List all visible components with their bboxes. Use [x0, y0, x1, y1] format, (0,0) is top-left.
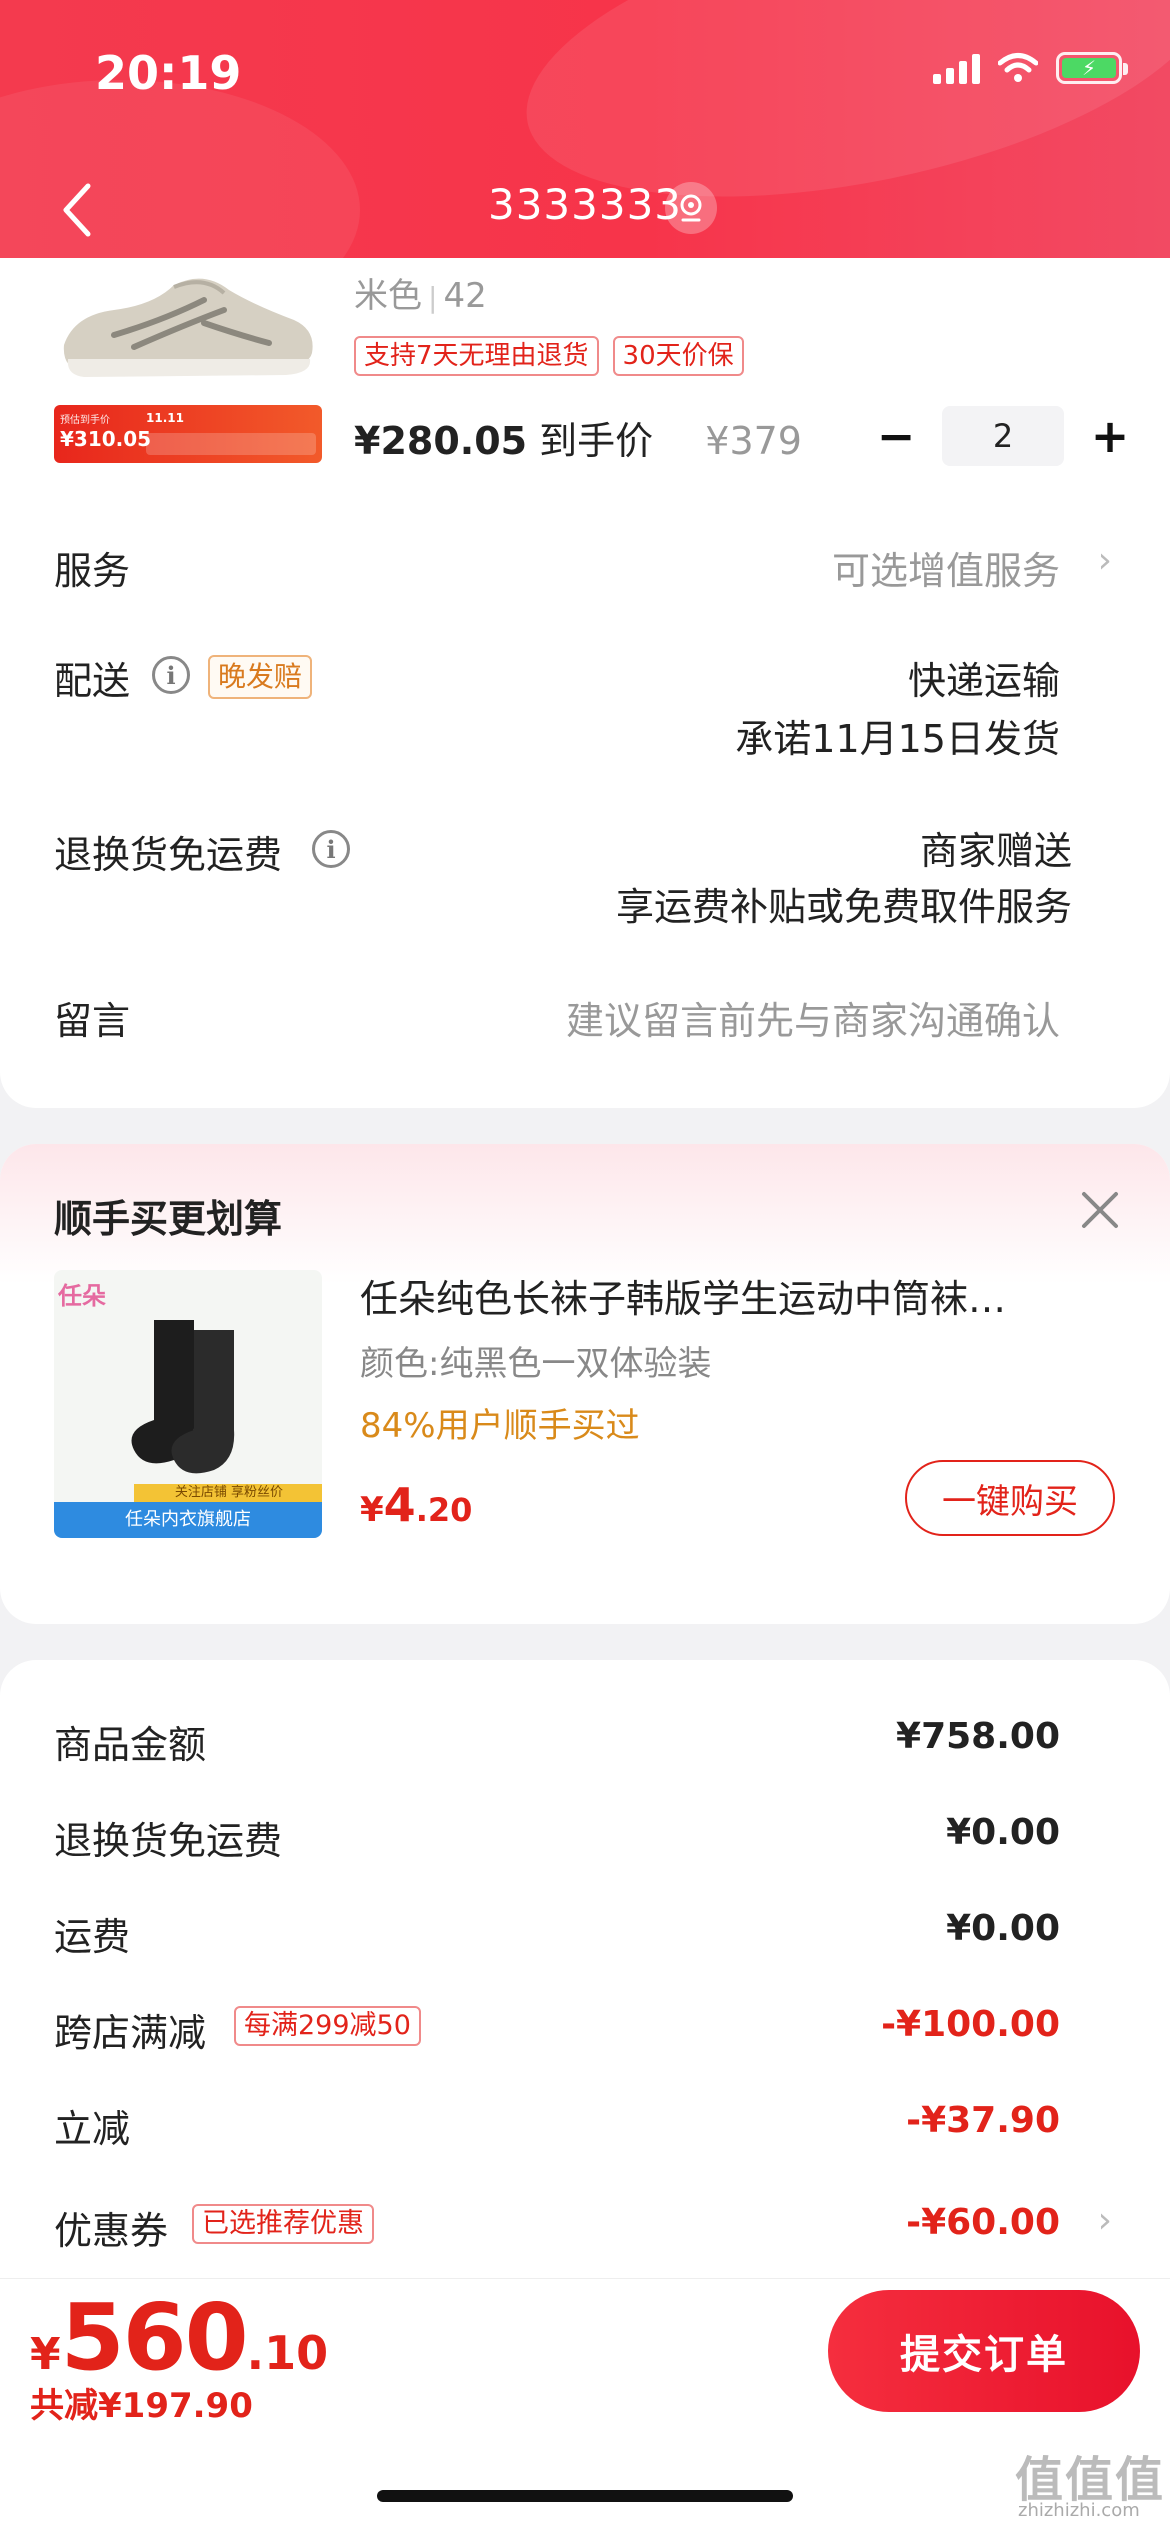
note-input[interactable]: 建议留言前先与商家沟通确认: [566, 990, 1060, 1045]
total-price-symbol: ¥: [30, 2329, 61, 2380]
close-icon[interactable]: [1078, 1188, 1122, 1232]
upsell-image-banner: 任朵内衣旗舰店: [54, 1502, 322, 1538]
upsell-price: ¥4.20: [360, 1478, 472, 1532]
service-label: 服务: [54, 549, 131, 593]
battery-icon: ⚡: [1056, 52, 1128, 84]
header-bar: [0, 0, 1170, 272]
price-protect-tag: 30天价保: [612, 336, 744, 376]
cross-store-discount-tag: 每满299减50: [234, 2006, 421, 2046]
location-pin-icon[interactable]: [665, 182, 717, 234]
upsell-price-int: 4: [383, 1478, 416, 1532]
upsell-product-image[interactable]: 任朵 关注店铺 享粉丝价 任朵内衣旗舰店: [54, 1270, 322, 1538]
product-tags: 支持7天无理由退货 30天价保: [354, 336, 744, 376]
return-shipping-desc: 享运费补贴或免费取件服务: [615, 885, 1072, 929]
increase-button[interactable]: +: [1082, 406, 1138, 466]
coupon-label: 优惠券: [54, 2209, 169, 2253]
upsell-product-name[interactable]: 任朵纯色长袜子韩版学生运动中筒袜…: [360, 1268, 1110, 1323]
final-price-label: 到手价: [539, 419, 654, 463]
promo-image-badge: 11.11: [146, 411, 184, 425]
status-icons: ⚡: [933, 52, 1128, 84]
upsell-price-dec: .20: [415, 1491, 473, 1529]
delivery-promise: 承诺11月15日发货: [735, 717, 1060, 761]
delivery-method: 快递运输: [907, 659, 1060, 703]
status-time: 20:19: [95, 46, 242, 100]
shipping-fee-value: ¥0.00: [946, 1908, 1060, 1949]
goods-amount-label: 商品金额: [54, 1723, 207, 1767]
cross-store-discount-label: 跨店满减: [54, 2011, 207, 2055]
info-icon[interactable]: i: [312, 830, 350, 868]
signal-icon: [933, 52, 980, 84]
return-shipping-sum-label: 退换货免运费: [54, 1819, 283, 1863]
upsell-title: 顺手买更划算: [54, 1197, 283, 1241]
upsell-buy-rate: 84%用户顺手买过: [360, 1406, 640, 1446]
note-label: 留言: [54, 999, 131, 1043]
total-price-dec: .10: [246, 2326, 329, 2380]
product-sku: 米色 | 42: [354, 276, 487, 316]
goods-amount-value: ¥758.00: [896, 1716, 1060, 1757]
watermark-url: zhizhizhi.com: [1018, 2500, 1140, 2521]
quantity-stepper: − 2 +: [868, 406, 1138, 466]
upsell-price-symbol: ¥: [360, 1490, 384, 1530]
total-price-int: 560: [60, 2284, 249, 2391]
final-price-line: ¥280.05 到手价 ¥379: [354, 410, 802, 465]
return-shipping-sum-value: ¥0.00: [946, 1812, 1060, 1853]
product-size: 42: [443, 276, 487, 316]
upsell-image-brand: 任朵: [58, 1282, 106, 1310]
total-price: ¥560.10: [30, 2284, 328, 2391]
promo-image-price: ¥310.05: [60, 427, 152, 451]
return-shipping-gift: 商家赠送: [919, 829, 1072, 873]
quantity-field[interactable]: 2: [942, 406, 1064, 466]
submit-order-button[interactable]: 提交订单: [828, 2290, 1140, 2412]
home-indicator[interactable]: [377, 2490, 793, 2502]
wifi-icon: [998, 53, 1038, 82]
return-shipping-label: 退换货免运费: [54, 833, 283, 877]
page-title: 3333333: [0, 180, 1170, 229]
total-saved[interactable]: 共减¥197.90: [30, 2378, 253, 2427]
product-image[interactable]: [54, 265, 324, 385]
original-price: ¥379: [705, 419, 802, 463]
one-click-buy-button[interactable]: 一键购买: [905, 1460, 1115, 1536]
chevron-right-icon: ›: [1097, 540, 1112, 581]
promo-image-caption: 预估到手价: [60, 415, 110, 426]
service-option[interactable]: 可选增值服务: [832, 540, 1060, 595]
delivery-label: 配送: [54, 659, 131, 703]
chevron-right-icon: ›: [1097, 2200, 1112, 2241]
decrease-button[interactable]: −: [868, 406, 924, 466]
coupon-value[interactable]: -¥60.00: [906, 2202, 1060, 2243]
upsell-image-ribbon: 关注店铺 享粉丝价: [134, 1484, 322, 1502]
cross-store-discount-value: -¥100.00: [881, 2004, 1060, 2045]
page-title-text: 3333333: [487, 180, 683, 229]
product-color: 米色: [354, 276, 422, 316]
instant-discount-value: -¥37.90: [906, 2100, 1060, 2141]
upsell-product-color: 颜色:纯黑色一双体验装: [360, 1344, 712, 1384]
promo-price-image: 预估到手价 ¥310.05 11.11: [54, 405, 322, 463]
late-compensation-tag: 晚发赔: [208, 655, 313, 699]
shipping-fee-label: 运费: [54, 1915, 131, 1959]
final-price: ¥280.05: [354, 419, 528, 463]
instant-discount-label: 立减: [54, 2107, 131, 2151]
coupon-selected-tag: 已选推荐优惠: [192, 2204, 374, 2244]
return-policy-tag: 支持7天无理由退货: [354, 336, 599, 376]
info-icon[interactable]: i: [152, 656, 190, 694]
